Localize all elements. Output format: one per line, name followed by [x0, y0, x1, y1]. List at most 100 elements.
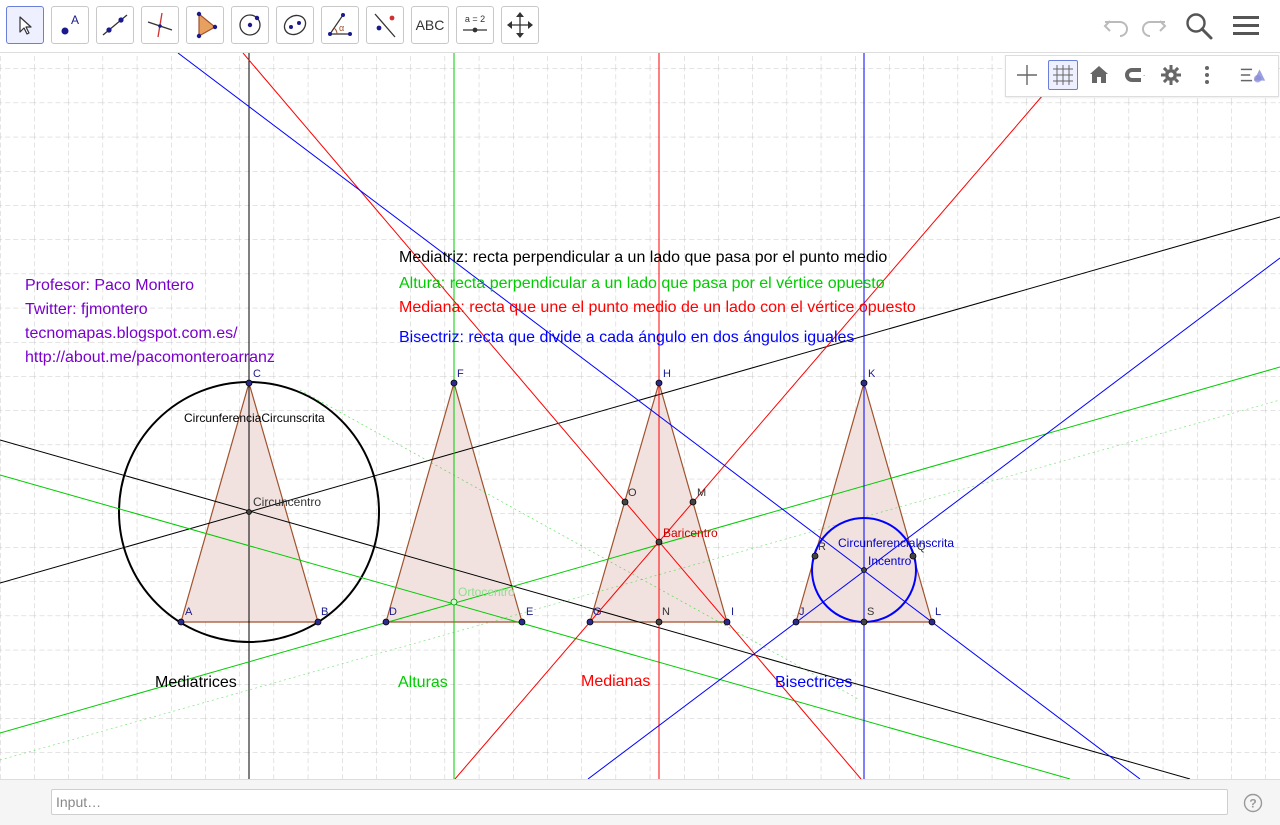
label-j: J: [799, 606, 805, 618]
text-tool-button[interactable]: ABC: [411, 6, 449, 44]
graphics-view[interactable]: A B C D E F G H I J K L M N O R S Q Circ…: [0, 53, 1280, 779]
point-b[interactable]: [314, 618, 322, 626]
redo-button[interactable]: [1134, 6, 1174, 46]
home-icon: [1090, 66, 1108, 83]
point-r[interactable]: [811, 552, 819, 560]
svg-text:?: ?: [1249, 797, 1256, 811]
polygon-icon: [196, 11, 218, 39]
label-r: R: [818, 541, 826, 553]
angle-tool-button[interactable]: α: [321, 6, 359, 44]
axes-toggle-button[interactable]: [1012, 60, 1042, 90]
search-icon: [1186, 13, 1213, 40]
gear-icon: [1161, 65, 1181, 85]
move-tool-button[interactable]: [6, 6, 44, 44]
conic-tool-button[interactable]: [276, 6, 314, 44]
style-bar: .: [1005, 55, 1279, 97]
label-k: K: [868, 368, 876, 380]
label-c: C: [253, 368, 261, 380]
perpendicular-line-tool-button[interactable]: [141, 6, 179, 44]
point-g[interactable]: [586, 618, 594, 626]
label-s: S: [867, 606, 874, 618]
label-o: O: [628, 487, 637, 499]
label-h: H: [663, 368, 671, 380]
point-c[interactable]: [245, 379, 253, 387]
point-orthocenter[interactable]: [450, 598, 458, 606]
algebra-input[interactable]: [51, 789, 1228, 815]
magnet-icon: .: [1125, 68, 1145, 82]
more-options-button[interactable]: [1192, 60, 1222, 90]
slider-tool-button[interactable]: a = 2: [456, 6, 494, 44]
search-button[interactable]: [1179, 6, 1219, 46]
aboutme-text[interactable]: http://about.me/pacomonteroarranz: [25, 349, 275, 366]
point-tool-button[interactable]: A: [51, 6, 89, 44]
point-h[interactable]: [655, 379, 663, 387]
more-vertical-icon: [1205, 66, 1209, 84]
professor-text[interactable]: Profesor: Paco Montero: [25, 277, 194, 294]
definition-altura[interactable]: Altura: recta perpendicular a un lado qu…: [399, 275, 885, 292]
label-circumcenter: Circuncentro: [253, 495, 321, 509]
line-tool-button[interactable]: [96, 6, 134, 44]
point-icon: A: [61, 13, 79, 35]
definition-mediana[interactable]: Mediana: recta que une el punto medio de…: [399, 299, 916, 316]
label-orthocenter: Ortocentro: [458, 585, 515, 599]
redo-icon: [1142, 20, 1167, 37]
circle-tool-button[interactable]: [231, 6, 269, 44]
text-icon: ABC: [415, 17, 445, 33]
svg-text:α: α: [339, 23, 344, 33]
point-capturing-button[interactable]: .: [1120, 60, 1150, 90]
move-arrows-icon: [507, 12, 533, 38]
polygon-tool-button[interactable]: [186, 6, 224, 44]
home-view-button[interactable]: [1084, 60, 1114, 90]
toolbar: A α ABC a = 2: [0, 0, 1280, 53]
point-a[interactable]: [177, 618, 185, 626]
definition-bisectriz[interactable]: Bisectriz: recta que divide a cada ángul…: [399, 329, 854, 346]
svg-text:.: .: [1143, 69, 1145, 78]
point-d[interactable]: [382, 618, 390, 626]
grid-toggle-button[interactable]: [1048, 60, 1078, 90]
point-centroid[interactable]: [655, 538, 663, 546]
point-o[interactable]: [621, 498, 629, 506]
point-m[interactable]: [689, 498, 697, 506]
label-f: F: [457, 368, 464, 380]
label-d: D: [389, 606, 397, 618]
move-graphics-view-tool-button[interactable]: [501, 6, 539, 44]
point-circumcenter[interactable]: [246, 509, 252, 515]
point-s[interactable]: [860, 618, 868, 626]
point-e[interactable]: [518, 618, 526, 626]
settings-button[interactable]: [1156, 60, 1186, 90]
point-incenter[interactable]: [861, 567, 867, 573]
cursor-icon: [19, 16, 32, 35]
label-e: E: [526, 606, 533, 618]
ellipse-icon: [283, 14, 307, 36]
blog-text[interactable]: tecnomapas.blogspot.com.es/: [25, 325, 238, 342]
undo-button[interactable]: [1096, 6, 1136, 46]
definition-mediatriz[interactable]: Mediatriz: recta perpendicular a un lado…: [399, 249, 887, 266]
point-f[interactable]: [450, 379, 458, 387]
style-bar-toggle-icon: [1240, 68, 1266, 83]
help-icon[interactable]: ?: [1243, 793, 1263, 813]
label-g: G: [593, 606, 602, 618]
caption-medianas[interactable]: Medianas: [581, 673, 650, 690]
axes-icon: [1017, 65, 1037, 85]
style-bar-toggle-button[interactable]: [1238, 60, 1268, 90]
svg-text:A: A: [71, 13, 79, 27]
point-k[interactable]: [860, 379, 868, 387]
label-inscribed-circle: CircunferenciaInscrita: [838, 536, 954, 550]
caption-alturas[interactable]: Alturas: [398, 674, 448, 691]
label-centroid: Baricentro: [663, 526, 718, 540]
label-b: B: [321, 606, 328, 618]
input-bar: ?: [0, 779, 1280, 825]
main-menu-button[interactable]: [1226, 6, 1266, 46]
point-n[interactable]: [655, 618, 663, 626]
point-i[interactable]: [723, 618, 731, 626]
reflect-icon: [374, 13, 396, 38]
reflect-tool-button[interactable]: [366, 6, 404, 44]
point-j[interactable]: [792, 618, 800, 626]
label-a: A: [185, 606, 193, 618]
angle-icon: α: [328, 13, 352, 36]
point-l[interactable]: [928, 618, 936, 626]
twitter-text[interactable]: Twitter: fjmontero: [25, 301, 148, 318]
caption-mediatrices[interactable]: Mediatrices: [155, 674, 237, 691]
caption-bisectrices[interactable]: Bisectrices: [775, 674, 852, 691]
label-m: M: [697, 487, 706, 499]
